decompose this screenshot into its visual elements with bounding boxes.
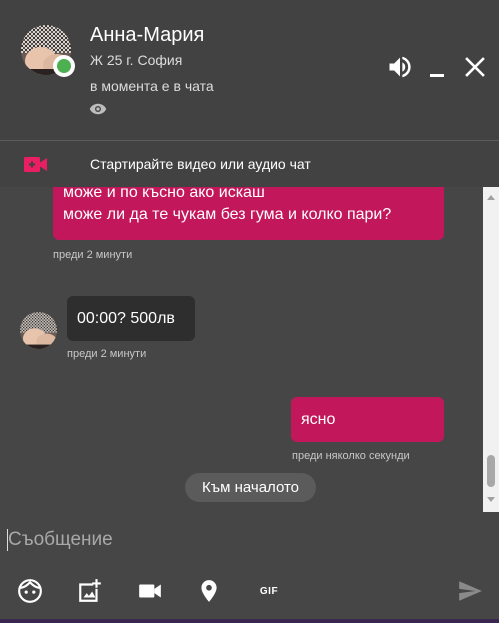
message-avatar[interactable] — [20, 312, 57, 349]
send-icon — [459, 581, 482, 601]
scroll-thumb[interactable] — [487, 455, 495, 487]
message-text: 00:00? 500лв — [77, 310, 175, 327]
close-icon — [465, 57, 485, 77]
contact-meta: Ж 25 г. София — [90, 52, 183, 68]
minimize-icon — [430, 74, 444, 77]
contact-name[interactable]: Анна-Мария — [90, 24, 204, 47]
text-caret — [7, 529, 8, 551]
add-image-button[interactable] — [77, 578, 103, 604]
scroll-to-top-button[interactable]: Към началото — [185, 473, 316, 502]
message-bubble-outgoing: ясно — [291, 397, 444, 442]
message-text: може и по късно ако искаш — [63, 187, 265, 201]
send-button[interactable] — [456, 578, 484, 604]
emoji-icon — [18, 579, 42, 603]
minimize-button[interactable] — [423, 53, 451, 81]
scroll-up-arrow-icon[interactable] — [487, 195, 495, 200]
video-chat-label[interactable]: Стартирайте видео или аудио чат — [90, 156, 311, 172]
message-bubble-incoming: 00:00? 500лв — [67, 296, 195, 341]
presence-status: в момента е в чата — [90, 78, 214, 94]
online-status-dot — [53, 55, 75, 77]
message-list: може и по късно ако искаш може ли да те … — [0, 187, 483, 512]
message-text: ясно — [301, 411, 336, 428]
video-call-icon — [24, 157, 47, 172]
message-scrollbar[interactable] — [483, 187, 499, 512]
composer: GIF — [0, 512, 499, 623]
message-timestamp: преди няколко секунди — [292, 450, 410, 462]
volume-icon — [389, 56, 411, 78]
bottom-edge — [0, 619, 499, 623]
close-button[interactable] — [461, 53, 489, 81]
message-input[interactable] — [8, 526, 478, 554]
location-pin-icon — [201, 580, 217, 602]
video-message-button[interactable] — [137, 578, 163, 604]
profile-avatar-wrap[interactable] — [21, 25, 75, 77]
eye-icon — [89, 103, 107, 115]
video-camera-icon — [139, 584, 161, 598]
emoji-button[interactable] — [17, 578, 43, 604]
gif-label: GIF — [259, 585, 279, 597]
scroll-down-arrow-icon[interactable] — [487, 497, 495, 502]
location-button[interactable] — [196, 578, 222, 604]
message-bubble-outgoing: може и по късно ако искаш може ли да те … — [53, 187, 444, 240]
volume-button[interactable] — [386, 53, 414, 81]
gif-button[interactable]: GIF — [256, 578, 282, 604]
chat-header: Анна-Мария Ж 25 г. София в момента е в ч… — [0, 0, 499, 140]
add-image-icon — [79, 579, 101, 602]
message-timestamp: преди 2 минути — [67, 348, 147, 360]
message-timestamp: преди 2 минути — [53, 249, 133, 261]
video-chat-bar[interactable]: Стартирайте видео или аудио чат — [0, 141, 499, 187]
message-text: може ли да те чукам без гума и колко пар… — [63, 206, 392, 223]
